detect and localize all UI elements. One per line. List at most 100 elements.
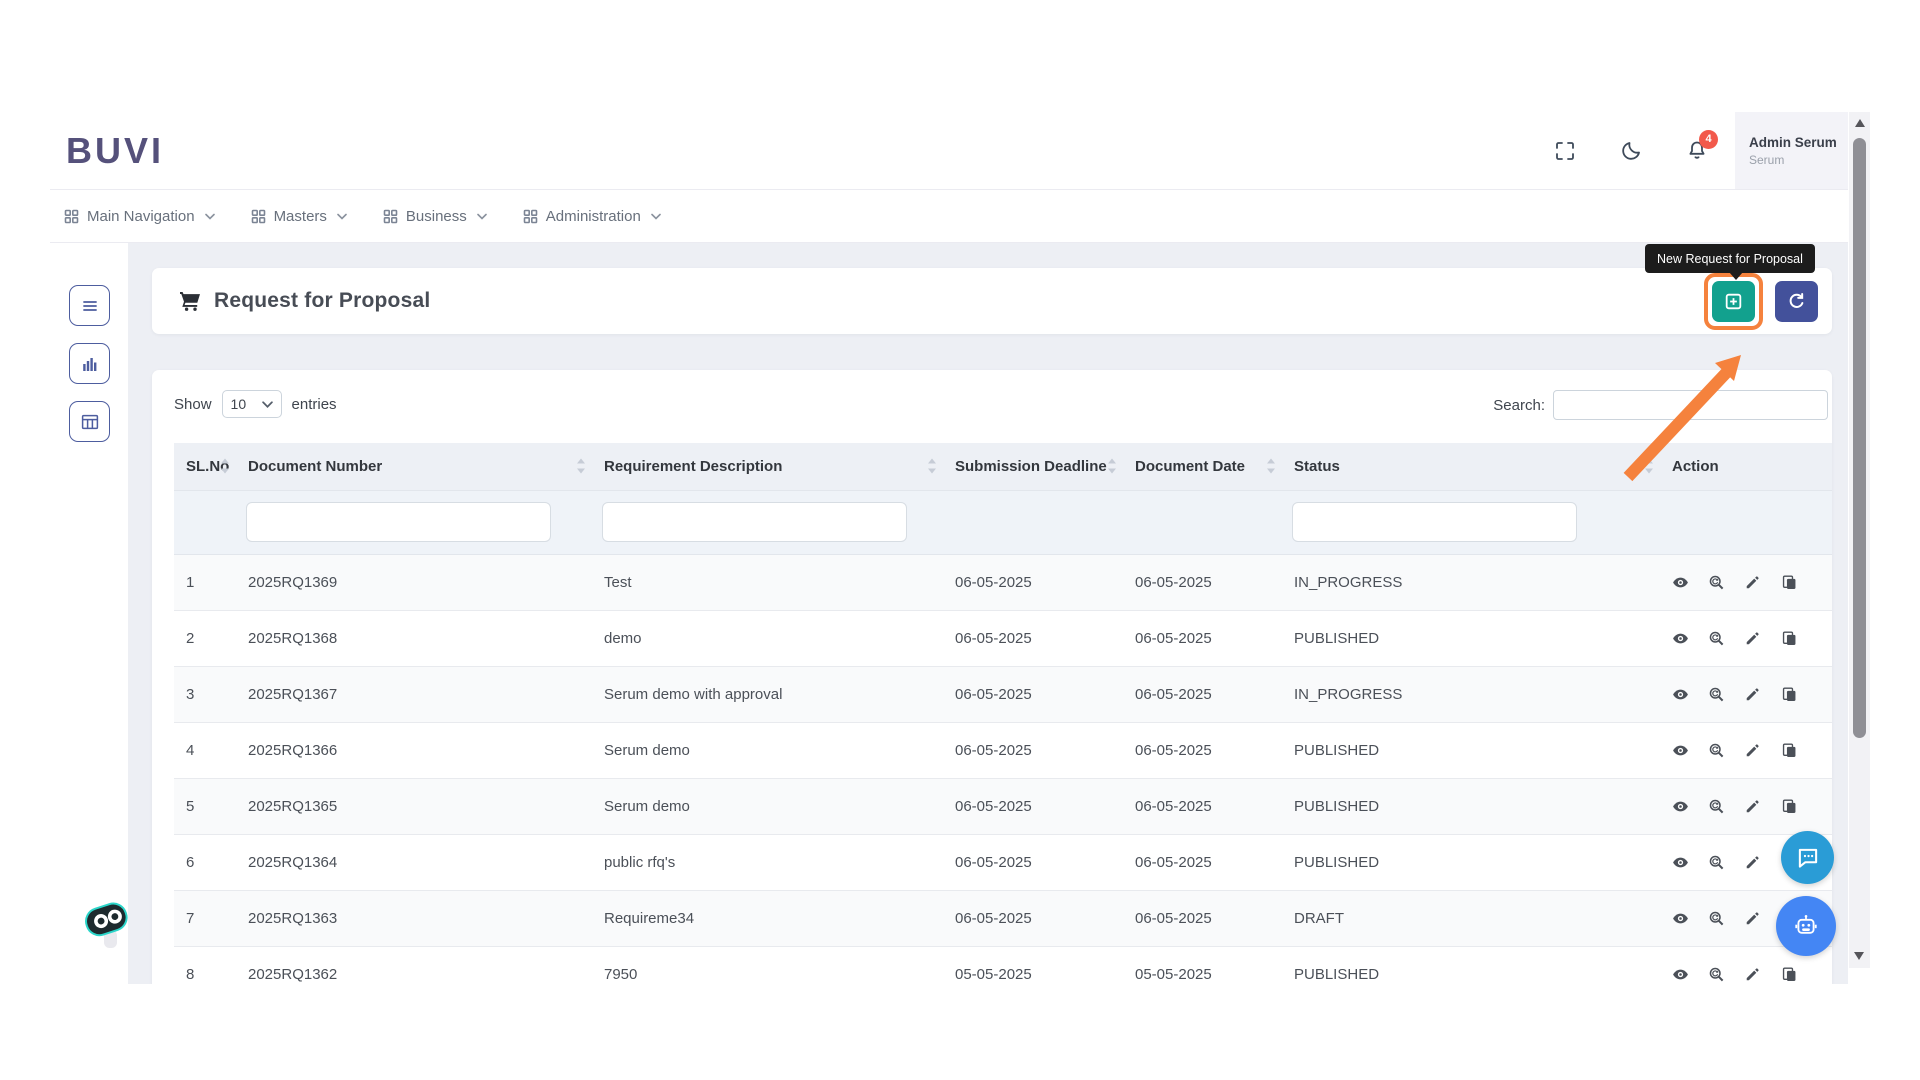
table-view-button[interactable]	[69, 401, 110, 442]
filter-input-requirement-description[interactable]	[602, 502, 907, 542]
preview-icon[interactable]	[1708, 798, 1725, 815]
cell-sl: 1	[186, 573, 195, 591]
preview-icon[interactable]	[1708, 630, 1725, 647]
notifications-bell-icon[interactable]: 4	[1685, 129, 1718, 163]
table-header-row: SL.No Document Number Requirement Descript…	[174, 443, 1832, 491]
menu-toggle-button[interactable]	[69, 285, 110, 326]
copy-icon[interactable]	[1781, 742, 1798, 759]
copy-icon[interactable]	[1781, 630, 1798, 647]
view-icon[interactable]	[1672, 910, 1689, 927]
view-icon[interactable]	[1672, 966, 1689, 983]
cell-sl: 4	[186, 741, 195, 759]
filter-cell-sl-no	[174, 490, 236, 555]
column-label: Document Number	[248, 457, 383, 475]
copy-icon[interactable]	[1781, 966, 1798, 983]
scrollbar-thumb[interactable]	[1853, 138, 1866, 738]
search-input[interactable]	[1553, 390, 1828, 420]
filter-cell-status	[1282, 490, 1660, 555]
cell-status: DRAFT	[1294, 909, 1344, 927]
new-rfp-button[interactable]	[1712, 281, 1755, 322]
edit-icon[interactable]	[1744, 742, 1761, 759]
scroll-down-arrow-icon[interactable]	[1854, 952, 1864, 960]
page-scrollbar[interactable]	[1849, 112, 1870, 968]
cell-document-date: 06-05-2025	[1135, 853, 1212, 871]
preview-icon[interactable]	[1708, 966, 1725, 983]
view-icon[interactable]	[1672, 630, 1689, 647]
edit-icon[interactable]	[1744, 966, 1761, 983]
page-size-select[interactable]: 10	[221, 390, 282, 418]
column-header-sl-no[interactable]: SL.No	[174, 443, 236, 491]
edit-icon[interactable]	[1744, 574, 1761, 591]
sort-arrows-icon[interactable]	[221, 458, 230, 474]
table-row: 2 2025RQ1368 demo 06-05-2025 06-05-2025 PUBLI…	[174, 610, 1832, 666]
sort-arrows-icon[interactable]	[928, 458, 937, 474]
column-header-document-number[interactable]: Document Number	[236, 443, 592, 491]
nav-item-administration[interactable]: Administration	[523, 208, 661, 225]
scroll-up-arrow-icon[interactable]	[1854, 119, 1865, 127]
cell-document-number: 2025RQ1365	[248, 797, 338, 815]
edit-icon[interactable]	[1744, 798, 1761, 815]
column-header-status[interactable]: Status	[1282, 443, 1660, 491]
column-header-submission-deadline[interactable]: Submission Deadline	[943, 443, 1123, 491]
screenshot-canvas: BUVI 4 Admin Serum Serum Main Navigation…	[0, 0, 1920, 1080]
cell-submission-deadline: 06-05-2025	[955, 741, 1032, 759]
cell-submission-deadline: 06-05-2025	[955, 629, 1032, 647]
edit-icon[interactable]	[1744, 854, 1761, 871]
preview-icon[interactable]	[1708, 854, 1725, 871]
edit-icon[interactable]	[1744, 630, 1761, 647]
preview-icon[interactable]	[1708, 910, 1725, 927]
column-label: Action	[1672, 457, 1719, 475]
view-icon[interactable]	[1672, 854, 1689, 871]
main-navbar: Main Navigation Masters Business Adminis…	[50, 190, 1848, 243]
cell-requirement-description: public rfq's	[604, 853, 676, 871]
filter-input-status[interactable]	[1292, 502, 1577, 542]
view-icon[interactable]	[1672, 686, 1689, 703]
menu-icon	[82, 300, 97, 311]
copy-icon[interactable]	[1781, 686, 1798, 703]
fullscreen-icon[interactable]	[1553, 139, 1577, 163]
edit-icon[interactable]	[1744, 910, 1761, 927]
nav-item-business[interactable]: Business	[383, 208, 487, 225]
nav-item-label: Administration	[545, 207, 641, 225]
chart-view-button[interactable]	[69, 343, 110, 384]
page-size-control: Show 10 entries	[174, 390, 337, 418]
cell-status: PUBLISHED	[1294, 741, 1380, 759]
edit-icon[interactable]	[1744, 686, 1761, 703]
cell-requirement-description: demo	[604, 629, 642, 647]
dark-mode-icon[interactable]	[1619, 139, 1643, 163]
cell-requirement-description: Serum demo with approval	[604, 685, 783, 703]
preview-icon[interactable]	[1708, 742, 1725, 759]
table-row: 5 2025RQ1365 Serum demo 06-05-2025 06-05-202…	[174, 778, 1832, 834]
copy-icon[interactable]	[1781, 798, 1798, 815]
view-icon[interactable]	[1672, 742, 1689, 759]
table-row: 7 2025RQ1363 Requireme34 06-05-2025 06-05-20…	[174, 890, 1832, 946]
nav-item-masters[interactable]: Masters	[251, 208, 347, 225]
preview-icon[interactable]	[1708, 574, 1725, 591]
column-label: Status	[1294, 457, 1340, 475]
column-header-document-date[interactable]: Document Date	[1123, 443, 1282, 491]
preview-icon[interactable]	[1708, 686, 1725, 703]
cell-sl: 2	[186, 629, 195, 647]
filter-input-document-number[interactable]	[246, 502, 551, 542]
refresh-button[interactable]	[1775, 281, 1818, 322]
cell-document-number: 2025RQ1367	[248, 685, 338, 703]
sort-arrows-icon[interactable]	[1108, 458, 1117, 474]
nav-item-main-navigation[interactable]: Main Navigation	[64, 208, 215, 225]
column-header-requirement-description[interactable]: Requirement Description	[592, 443, 943, 491]
copy-icon[interactable]	[1781, 574, 1798, 591]
view-icon[interactable]	[1672, 574, 1689, 591]
cell-submission-deadline: 06-05-2025	[955, 853, 1032, 871]
column-label: Submission Deadline	[955, 457, 1107, 475]
user-menu[interactable]: Admin Serum Serum	[1735, 112, 1848, 189]
cell-status: PUBLISHED	[1294, 965, 1380, 983]
view-icon[interactable]	[1672, 798, 1689, 815]
chat-button[interactable]	[1781, 831, 1834, 884]
bar-chart-icon	[82, 357, 96, 371]
sort-arrows-icon[interactable]	[1645, 458, 1654, 474]
sort-arrows-icon[interactable]	[1267, 458, 1276, 474]
table-card: Show 10 entries Search: SL.No Document N…	[152, 370, 1832, 984]
bot-assistant-button[interactable]	[1776, 896, 1836, 956]
cell-status: IN_PROGRESS	[1294, 573, 1403, 591]
sort-arrows-icon[interactable]	[577, 458, 586, 474]
cell-document-number: 2025RQ1362	[248, 965, 338, 983]
